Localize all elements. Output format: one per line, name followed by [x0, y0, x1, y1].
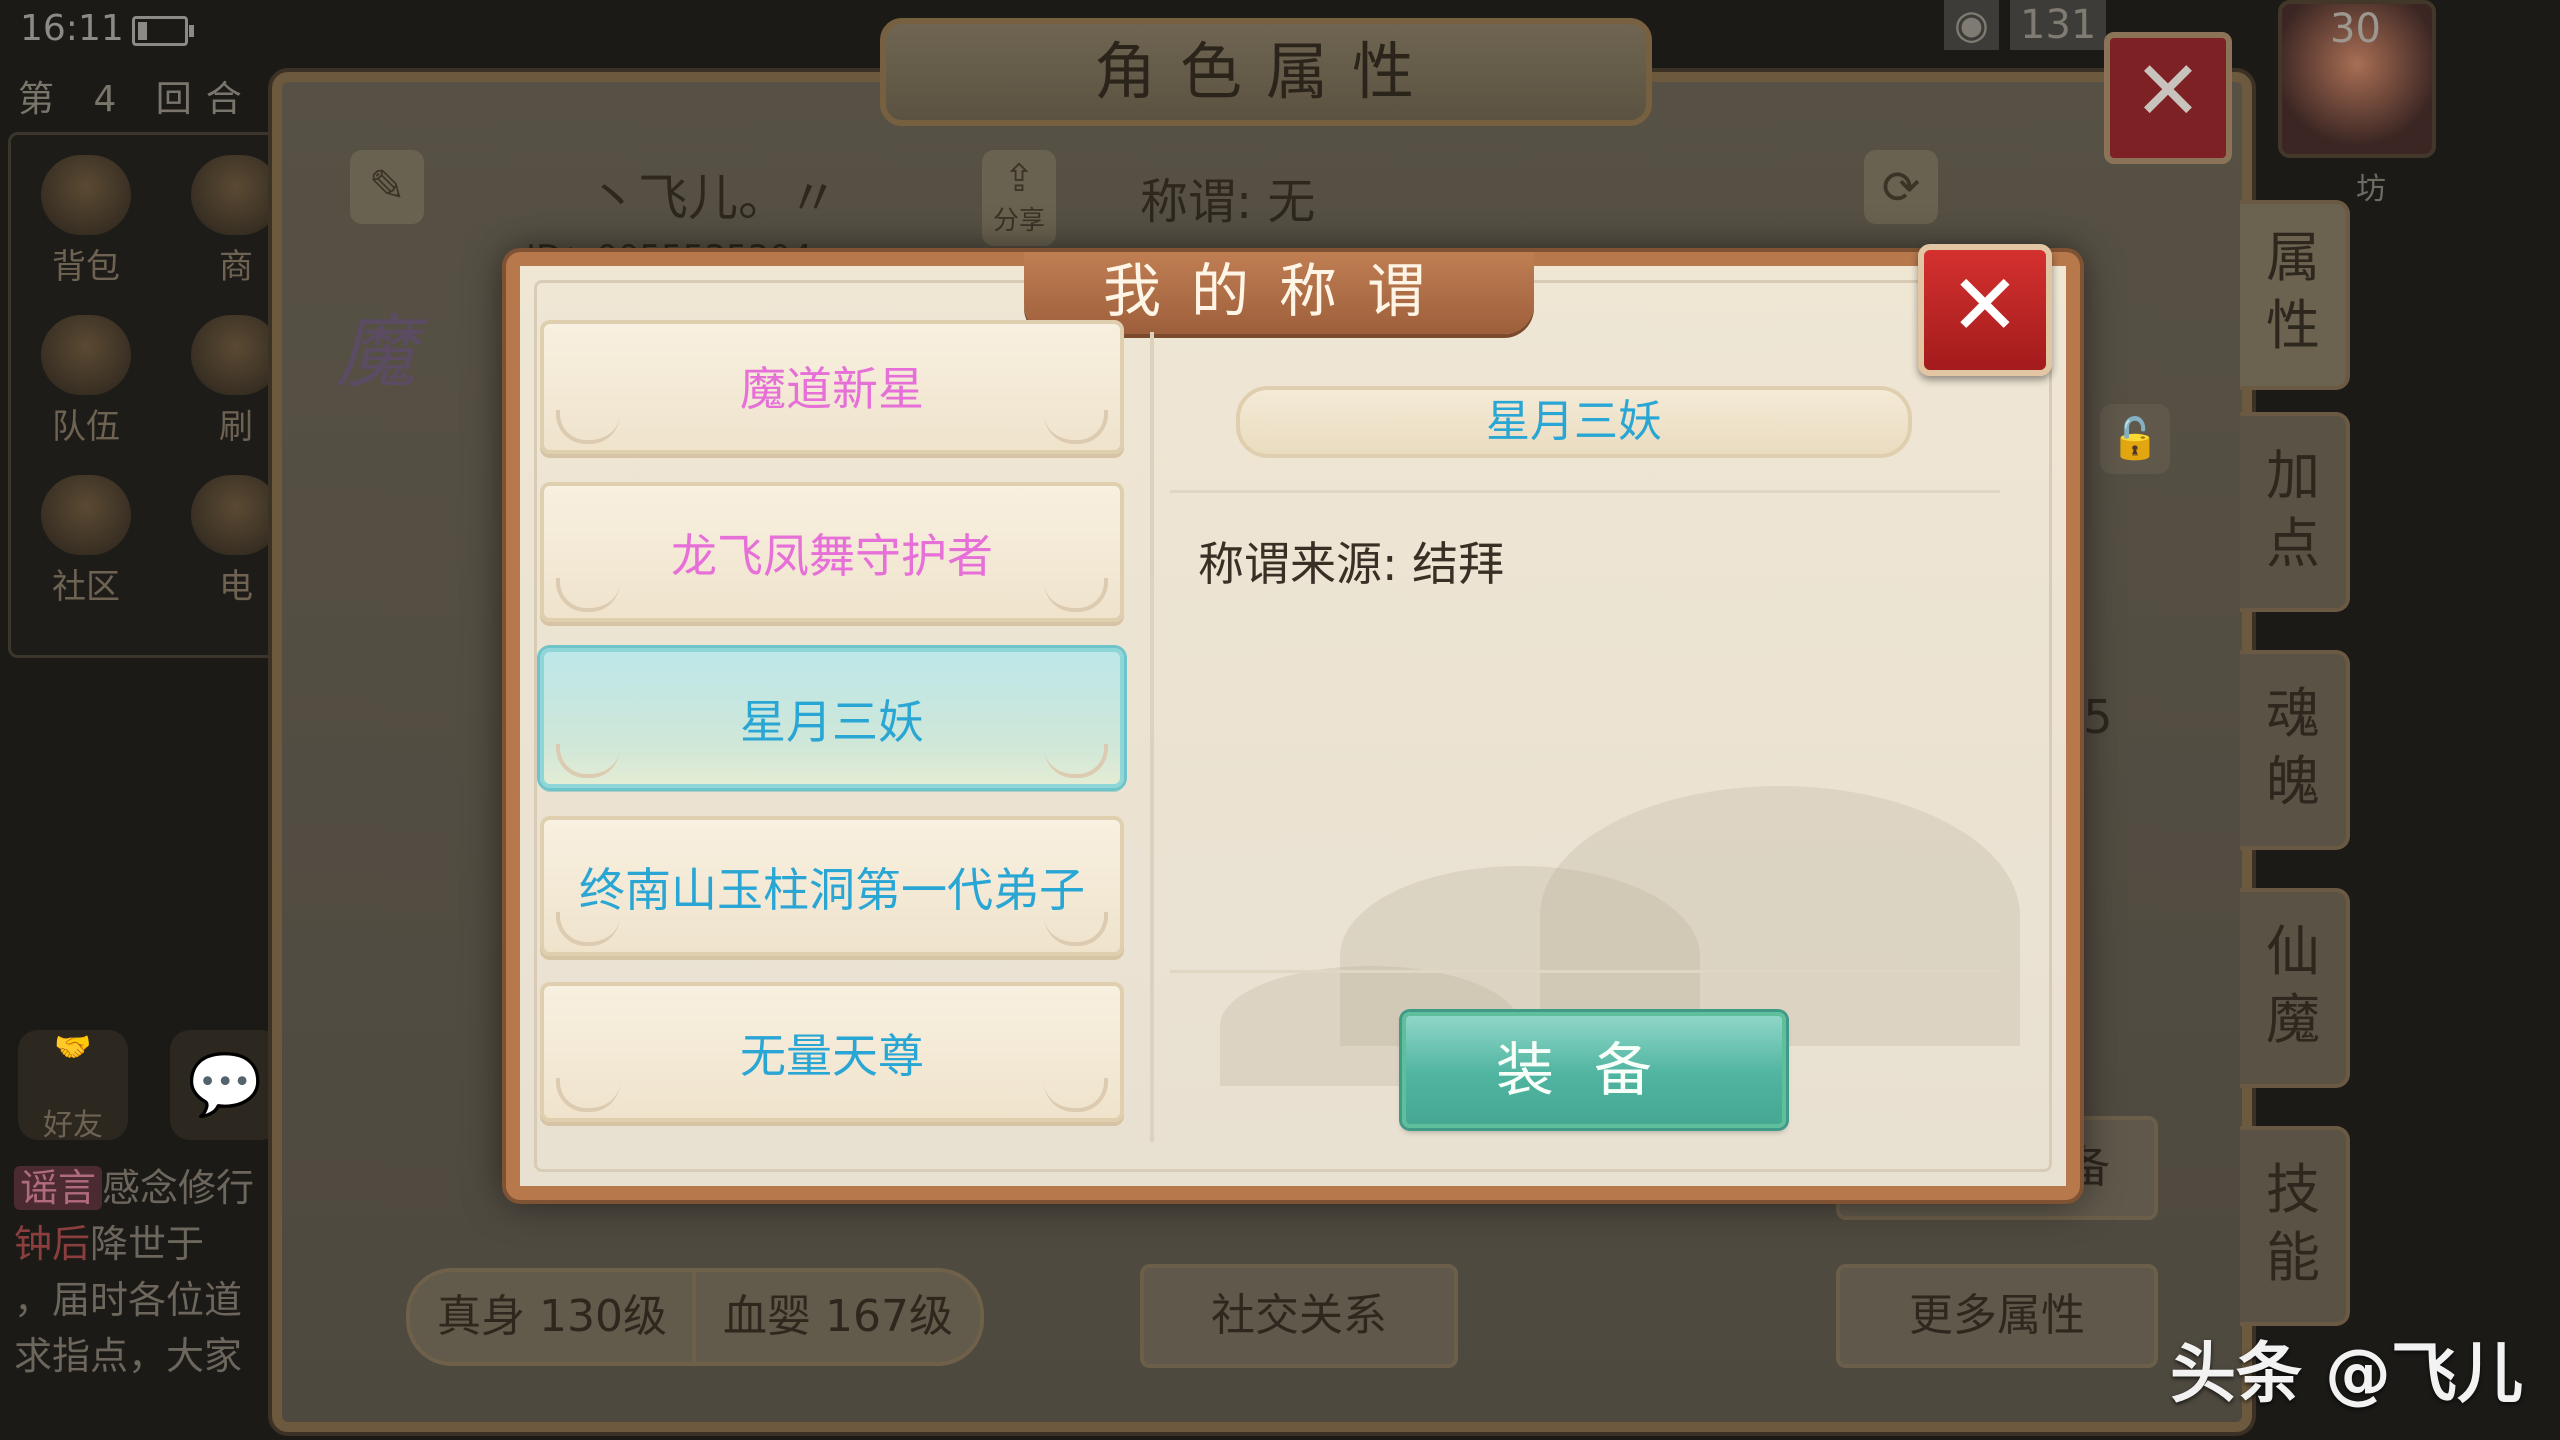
title-item-label: 终南山玉柱洞第一代弟子 — [579, 863, 1085, 917]
equip-title-button[interactable]: 装备 — [1402, 1012, 1786, 1128]
tab-skills[interactable]: 技能 — [2240, 1126, 2350, 1326]
chat-button[interactable]: 💬 — [170, 1030, 280, 1140]
social-relations-button[interactable]: 社交关系 — [1140, 1264, 1458, 1368]
clock: 16:11 — [20, 8, 124, 49]
lock-icon: 🔓 — [2110, 416, 2160, 462]
share-button[interactable]: ⇪ 分享 — [982, 150, 1056, 246]
team-button[interactable]: 队伍 — [31, 315, 141, 455]
edit-name-button[interactable]: ✎ — [350, 150, 424, 224]
title-item-label: 龙飞凤舞守护者 — [671, 529, 993, 583]
pencil-icon: ✎ — [368, 161, 406, 212]
close-icon: ✕ — [1949, 256, 2021, 354]
left-menu: 背包 商 队伍 刷 社区 电 — [8, 132, 281, 658]
dialog-close-button[interactable]: ✕ — [1918, 244, 2052, 376]
bag-button[interactable]: 背包 — [31, 155, 141, 295]
tab-add-points[interactable]: 加点 — [2240, 412, 2350, 612]
current-title: 称谓: 无 — [1140, 174, 1316, 230]
tab-soul[interactable]: 魂魄 — [2240, 650, 2350, 850]
tab-immortal-demon[interactable]: 仙魔 — [2240, 888, 2350, 1088]
true-body-level-tab[interactable]: 真身 130级 — [406, 1268, 698, 1366]
chat-log[interactable]: 谣言 感念修行 钟后降世于 ，届时各位道 求指点，大家 — [14, 1160, 284, 1384]
round-counter: 第 4 回合 — [18, 79, 256, 120]
team-label: 队伍 — [52, 407, 120, 447]
bag-icon — [41, 155, 131, 235]
bag-label: 背包 — [52, 247, 120, 287]
divider — [1170, 970, 2000, 973]
chat-line: 求指点，大家 — [14, 1334, 243, 1378]
column-divider — [1150, 332, 1154, 1142]
landscape-decoration — [1540, 786, 2020, 1046]
power-value: 131 — [2010, 0, 2107, 50]
status-icon: ◉ — [1944, 0, 1999, 50]
handshake-icon: 🤝 — [54, 1030, 92, 1065]
rumor-tag: 谣言 — [14, 1166, 103, 1210]
player-avatar[interactable]: 30 坊 — [2278, 0, 2436, 207]
avatar-level: 30 — [2330, 6, 2381, 52]
chat-line: ，届时各位道 — [14, 1278, 243, 1322]
close-icon: ✕ — [2133, 44, 2203, 139]
community-button[interactable]: 社区 — [31, 475, 141, 615]
blood-infant-level-tab[interactable]: 血婴 167级 — [692, 1268, 984, 1366]
refresh-icon: ⟳ — [1881, 160, 1921, 214]
selected-title-name: 星月三妖 — [1236, 386, 1912, 458]
community-icon — [41, 475, 131, 555]
video-icon — [191, 475, 281, 555]
chat-line: 谣言 感念修行 — [14, 1160, 284, 1216]
avatar-sub: 坊 — [2356, 172, 2386, 207]
community-label: 社区 — [52, 567, 120, 607]
refresh-button[interactable]: ⟳ — [1864, 150, 1938, 224]
lock-button[interactable]: 🔓 — [2100, 404, 2170, 474]
friends-button[interactable]: 🤝 好友 — [18, 1030, 128, 1143]
character-name: 丶飞儿。〃 — [588, 169, 838, 227]
title-item-label: 无量天尊 — [740, 1029, 924, 1083]
share-label: 分享 — [992, 206, 1045, 236]
title-item-xing-yue-san-yao[interactable]: 星月三妖 — [540, 648, 1124, 788]
friends-label: 好友 — [43, 1108, 103, 1143]
divider — [1170, 490, 2000, 493]
team-icon — [41, 315, 131, 395]
title-list[interactable]: 魔道新星 龙飞凤舞守护者 星月三妖 终南山玉柱洞第一代弟子 无量天尊 — [540, 320, 1130, 1150]
title-item-zhong-nan-shan[interactable]: 终南山玉柱洞第一代弟子 — [540, 816, 1124, 956]
title-item-wu-liang-tian-zun[interactable]: 无量天尊 — [540, 982, 1124, 1122]
refresh-event-icon — [191, 315, 281, 395]
shop-icon — [191, 155, 281, 235]
title-item-long-fei-feng-wu[interactable]: 龙飞凤舞守护者 — [540, 482, 1124, 622]
title-source: 称谓来源: 结拜 — [1198, 537, 1505, 591]
title-item-label: 魔道新星 — [740, 362, 924, 416]
panel-title: 角色属性 — [880, 18, 1652, 126]
watermark: 头条 @飞儿 — [2170, 1335, 2523, 1412]
title-item-label: 星月三妖 — [740, 695, 924, 749]
tab-attributes[interactable]: 属性 — [2240, 200, 2350, 390]
chat-bubble-icon: 💬 — [187, 1050, 263, 1120]
title-item-mo-dao-xin-xing[interactable]: 魔道新星 — [540, 320, 1124, 454]
faction-mark: 魔 — [336, 306, 416, 399]
panel-close-button[interactable]: ✕ — [2104, 32, 2232, 164]
share-icon: ⇪ — [1003, 156, 1035, 200]
battery-icon — [132, 16, 194, 46]
more-attributes-button[interactable]: 更多属性 — [1836, 1264, 2158, 1368]
chat-line: 钟后降世于 — [14, 1222, 205, 1266]
